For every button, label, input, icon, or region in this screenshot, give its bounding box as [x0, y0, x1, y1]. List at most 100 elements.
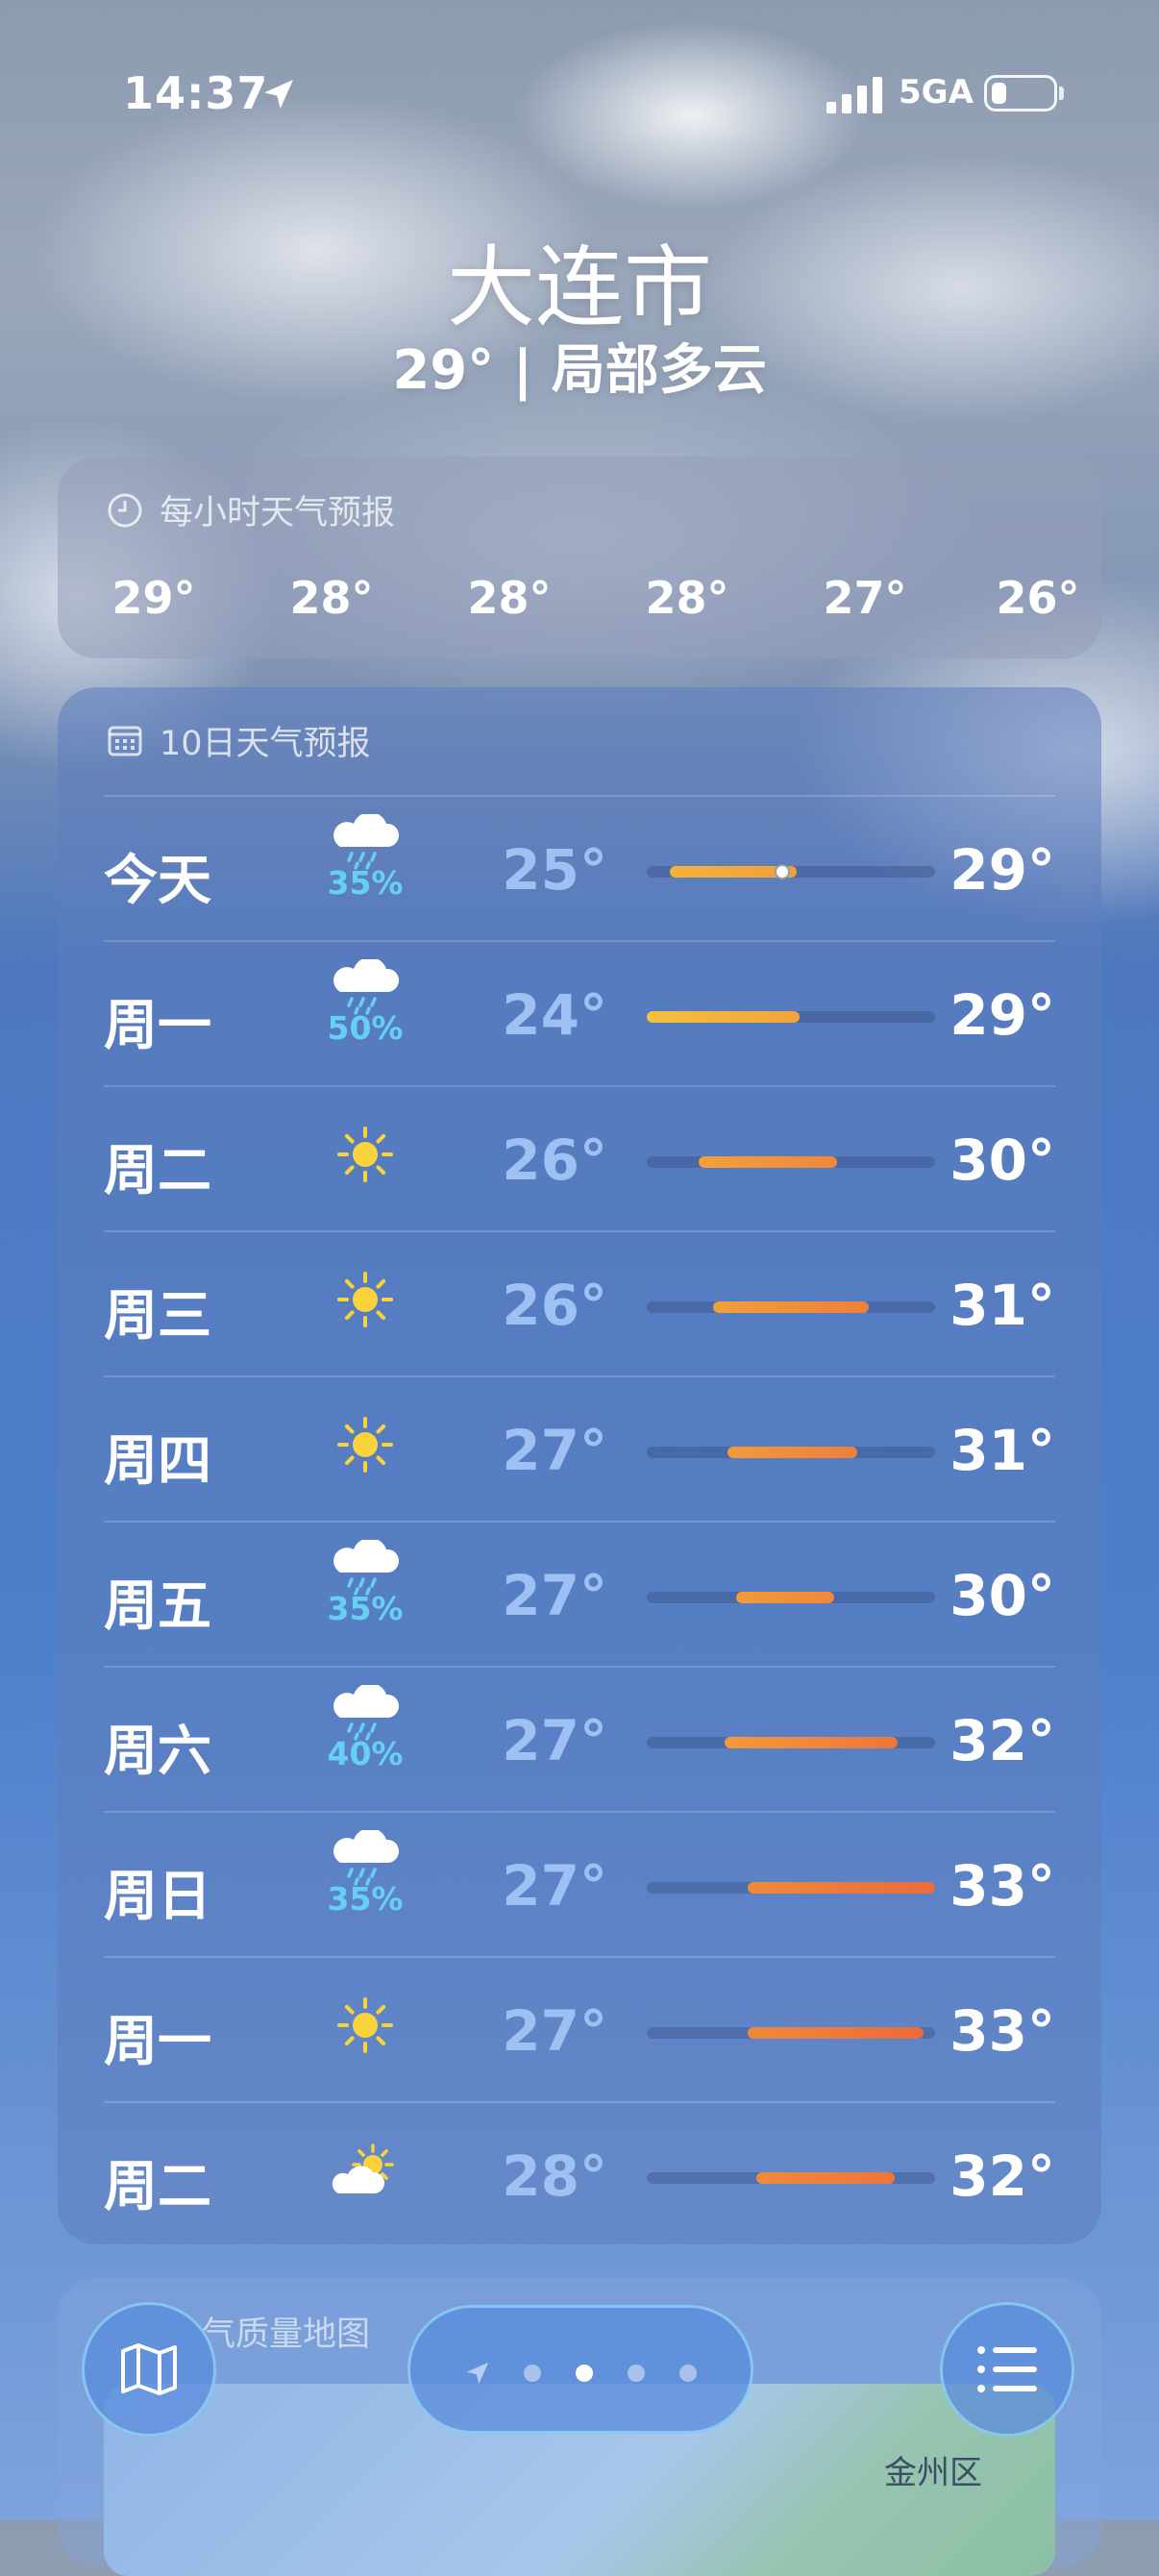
low-temp: 27° — [502, 1853, 607, 1919]
hourly-temp: 26° — [996, 572, 1080, 624]
temp-range-track — [647, 1447, 935, 1458]
map-place-label: 金州区 — [884, 2454, 982, 2492]
temp-range-bar — [748, 1882, 935, 1894]
page-dot[interactable] — [679, 2365, 697, 2382]
high-temp: 30° — [949, 1127, 1055, 1193]
hourly-temp: 28° — [289, 572, 374, 624]
location-arrow-icon — [466, 2362, 489, 2385]
high-temp: 29° — [949, 837, 1055, 903]
cloud-rain-icon: 35% — [327, 1540, 404, 1646]
temp-range-track — [647, 1011, 935, 1023]
hourly-temp: 27° — [823, 572, 907, 624]
partly-cloudy-icon — [327, 2120, 404, 2226]
precip-chance: 50% — [327, 1009, 404, 1047]
hourly-forecast-card[interactable]: 每小时天气预报 29° 28° 28° 28° 27° 26° — [58, 457, 1101, 658]
cloud-rain-icon: 35% — [327, 1830, 404, 1936]
daily-title-text: 10日天气预报 — [160, 725, 371, 763]
battery-cap — [1059, 87, 1064, 100]
temp-range-bar — [699, 1156, 837, 1168]
temp-range-track — [647, 864, 935, 879]
daily-forecast-card[interactable]: 10日天气预报 今天 35% 25° 29° 周一 50% 24° 29° 周二 26° 30° 周三… — [58, 687, 1101, 2244]
sun-icon — [327, 1395, 404, 1500]
precip-chance: 35% — [327, 1590, 404, 1627]
precip-chance: 40% — [327, 1735, 404, 1772]
page-indicator[interactable] — [407, 2305, 753, 2434]
high-temp: 32° — [949, 1708, 1055, 1773]
high-temp: 32° — [949, 2143, 1055, 2209]
low-temp: 24° — [502, 982, 607, 1048]
low-temp: 26° — [502, 1273, 607, 1338]
cloud-rain-icon: 35% — [327, 814, 404, 920]
low-temp: 27° — [502, 1418, 607, 1483]
temp-range-bar — [647, 1011, 800, 1023]
forecast-day: 周五 — [104, 1575, 211, 1638]
precip-chance: 35% — [327, 1880, 404, 1918]
calendar-icon — [108, 726, 142, 755]
forecast-day: 周一 — [104, 2011, 211, 2073]
daily-title: 10日天气预报 — [106, 716, 371, 765]
forecast-day: 今天 — [104, 850, 211, 912]
forecast-row[interactable]: 周六 40% 27° 32° — [104, 1666, 1055, 1812]
temp-range-track — [647, 1737, 935, 1748]
current-conditions: 29° | 局部多云 — [392, 339, 767, 402]
status-bar: 14:37 5GA — [0, 58, 1159, 135]
map-button[interactable] — [82, 2302, 216, 2437]
forecast-row[interactable]: 周一 50% 24° 29° — [104, 940, 1055, 1086]
forecast-day: 周二 — [104, 1140, 211, 1202]
clock-icon — [108, 493, 142, 527]
network-type: 5GA — [899, 73, 974, 111]
signal-icon — [826, 77, 882, 113]
low-temp: 28° — [502, 2143, 607, 2209]
temp-range-track — [647, 2172, 935, 2184]
cloud-rain-icon: 50% — [327, 959, 404, 1065]
air-quality-title: 气质量地图 — [202, 2316, 371, 2354]
page-dot[interactable] — [628, 2365, 645, 2382]
battery-icon — [984, 75, 1057, 111]
forecast-row[interactable]: 今天 35% 25° 29° — [104, 795, 1055, 941]
forecast-day: 周三 — [104, 1285, 211, 1348]
forecast-row[interactable]: 周三 26° 31° — [104, 1230, 1055, 1376]
forecast-row[interactable]: 周四 27° 31° — [104, 1375, 1055, 1522]
high-temp: 33° — [949, 1853, 1055, 1919]
location-arrow-icon — [264, 80, 293, 109]
temp-range-track — [647, 1882, 935, 1894]
status-time: 14:37 — [123, 67, 269, 119]
temp-range-bar — [725, 1737, 898, 1748]
list-icon — [977, 2346, 1037, 2392]
low-temp: 27° — [502, 1708, 607, 1773]
forecast-day: 周六 — [104, 1721, 211, 1783]
hourly-temps: 29° 28° 28° 28° 27° 26° — [58, 572, 1101, 630]
forecast-row[interactable]: 周五 35% 27° 30° — [104, 1521, 1055, 1667]
low-temp: 25° — [502, 837, 607, 903]
forecast-row[interactable]: 周日 35% 27° 33° — [104, 1811, 1055, 1957]
page-dot[interactable] — [524, 2365, 541, 2382]
temp-range-bar — [748, 2027, 924, 2039]
high-temp: 31° — [949, 1418, 1055, 1483]
low-temp: 27° — [502, 1998, 607, 2064]
high-temp: 33° — [949, 1998, 1055, 2064]
temp-range-track — [647, 1156, 935, 1168]
page-dot[interactable] — [576, 2365, 593, 2382]
temp-range-track — [647, 1592, 935, 1603]
sun-icon — [327, 1250, 404, 1355]
forecast-row[interactable]: 周一 27° 33° — [104, 1956, 1055, 2102]
list-button[interactable] — [940, 2302, 1074, 2437]
forecast-row[interactable]: 周二 26° 30° — [104, 1085, 1055, 1231]
temp-range-bar — [727, 1447, 857, 1458]
low-temp: 26° — [502, 1127, 607, 1193]
sun-icon — [327, 1975, 404, 2081]
temp-range-track — [647, 2027, 935, 2039]
hourly-title: 每小时天气预报 — [106, 485, 395, 534]
temp-range-bar — [713, 1301, 869, 1313]
high-temp: 29° — [949, 982, 1055, 1048]
temp-range-track — [647, 1301, 935, 1313]
forecast-row[interactable]: 周二 28° 32° — [104, 2101, 1055, 2247]
forecast-day: 周二 — [104, 2156, 211, 2218]
cloud-rain-icon: 40% — [327, 1685, 404, 1791]
sun-icon — [327, 1104, 404, 1210]
temp-range-bar — [736, 1592, 834, 1603]
hourly-temp: 28° — [645, 572, 729, 624]
current-temp-dot — [775, 864, 790, 879]
precip-chance: 35% — [327, 864, 404, 902]
forecast-day: 周日 — [104, 1866, 211, 1928]
